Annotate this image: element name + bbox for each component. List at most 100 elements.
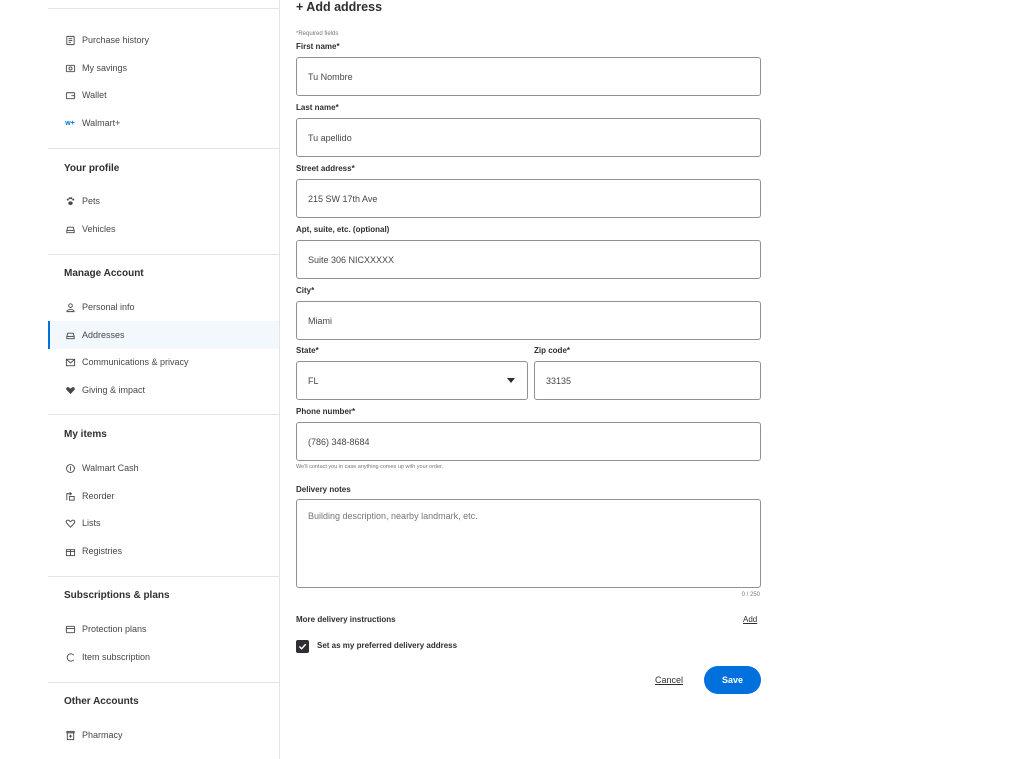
delivery-notes-label: Delivery notes	[296, 485, 351, 494]
sidebar-divider	[48, 414, 279, 415]
sidebar-item-label: My savings	[82, 63, 128, 73]
shield-icon	[64, 623, 76, 635]
sidebar-item-lists[interactable]: Lists	[48, 509, 279, 537]
sidebar-divider	[48, 682, 279, 683]
sidebar-divider	[48, 148, 279, 149]
zip-field[interactable]: 33135	[534, 361, 761, 400]
sidebar-item-label: Wallet	[82, 90, 107, 100]
delivery-notes-textarea[interactable]: Building description, nearby landmark, e…	[296, 499, 761, 588]
last-name-value: Tu apellido	[308, 132, 352, 143]
sidebar-item-giving[interactable]: Giving & impact	[48, 376, 279, 404]
sidebar-item-label: Communications & privacy	[82, 357, 189, 367]
sidebar-item-label: Purchase history	[82, 35, 150, 45]
paw-icon	[64, 195, 76, 207]
sidebar-item-reorder[interactable]: Reorder	[48, 482, 279, 510]
delivery-notes-placeholder: Building description, nearby landmark, e…	[308, 511, 478, 521]
section-heading-my-items: My items	[64, 429, 107, 440]
account-sidebar: Purchase history My savings Wallet w+ Wa…	[0, 0, 280, 759]
sidebar-item-label: Walmart Cash	[82, 463, 139, 473]
sidebar-divider	[48, 254, 279, 255]
phone-label: Phone number*	[296, 407, 356, 416]
last-name-label: Last name*	[296, 103, 339, 112]
street-address-label: Street address*	[296, 164, 355, 173]
cancel-button[interactable]: Cancel	[655, 675, 683, 685]
sidebar-item-label: Vehicles	[82, 224, 116, 234]
sidebar-item-label: Item subscription	[82, 652, 151, 662]
first-name-label: First name*	[296, 42, 340, 51]
sidebar-item-protection-plans[interactable]: Protection plans	[48, 615, 279, 643]
checkmark-icon	[298, 643, 307, 650]
last-name-field[interactable]: Tu apellido	[296, 118, 761, 157]
chevron-down-icon	[507, 378, 515, 383]
sidebar-item-vehicles[interactable]: Vehicles	[48, 215, 279, 243]
heart-icon	[64, 517, 76, 529]
sidebar-item-purchase-history[interactable]: Purchase history	[48, 26, 279, 54]
heart-hand-icon	[64, 384, 76, 396]
refresh-icon	[64, 651, 76, 663]
sidebar-item-pharmacy[interactable]: Pharmacy	[48, 721, 279, 749]
save-button[interactable]: Save	[704, 666, 761, 694]
car-icon	[64, 223, 76, 235]
phone-value: (786) 348-8684	[308, 436, 370, 447]
sidebar-item-registries[interactable]: Registries	[48, 537, 279, 565]
preferred-address-checkbox[interactable]	[296, 640, 309, 653]
sidebar-item-communications[interactable]: Communications & privacy	[48, 348, 279, 376]
first-name-value: Tu Nombre	[308, 71, 353, 82]
sidebar-item-label: Walmart+	[82, 118, 121, 128]
sidebar-divider	[48, 8, 279, 9]
wallet-icon	[64, 89, 76, 101]
char-counter: 0 / 250	[741, 592, 760, 598]
sidebar-item-walmart-plus[interactable]: w+ Walmart+	[48, 109, 279, 137]
sidebar-item-personal-info[interactable]: Personal info	[48, 293, 279, 321]
savings-icon	[64, 62, 76, 74]
sidebar-item-label: Personal info	[82, 302, 135, 312]
zip-label: Zip code*	[534, 346, 571, 355]
sidebar-item-my-savings[interactable]: My savings	[48, 54, 279, 82]
sidebar-item-label: Registries	[82, 546, 123, 556]
section-heading-manage-account: Manage Account	[64, 268, 144, 279]
sidebar-item-label: Pets	[82, 196, 101, 206]
zip-value: 33135	[546, 375, 572, 386]
pharmacy-icon	[64, 729, 76, 741]
sidebar-item-label: Lists	[82, 518, 101, 528]
sidebar-item-wallet[interactable]: Wallet	[48, 81, 279, 109]
street-address-field[interactable]: 215 SW 17th Ave	[296, 179, 761, 218]
add-instructions-link[interactable]: Add	[743, 615, 757, 624]
sidebar-item-walmart-cash[interactable]: Walmart Cash	[48, 454, 279, 482]
state-select[interactable]: FL	[296, 361, 528, 400]
sidebar-item-addresses[interactable]: Addresses	[48, 321, 279, 349]
sidebar-item-label: Giving & impact	[82, 385, 146, 395]
phone-field[interactable]: (786) 348-8684	[296, 422, 761, 461]
city-value: Miami	[308, 315, 332, 326]
section-heading-your-profile: Your profile	[64, 163, 120, 174]
person-icon	[64, 301, 76, 313]
reorder-icon	[64, 490, 76, 502]
address-icon	[64, 329, 76, 341]
sidebar-item-pets[interactable]: Pets	[48, 187, 279, 215]
cash-icon	[64, 462, 76, 474]
gift-icon	[64, 545, 76, 557]
phone-help-text: We'll contact you in case anything comes…	[296, 464, 444, 470]
sidebar-item-label: Pharmacy	[82, 730, 123, 740]
state-value: FL	[308, 375, 319, 386]
apt-label: Apt, suite, etc. (optional)	[296, 225, 390, 234]
street-address-value: 215 SW 17th Ave	[308, 193, 378, 204]
sidebar-item-label: Protection plans	[82, 624, 147, 634]
sidebar-divider	[48, 576, 279, 577]
city-field[interactable]: Miami	[296, 301, 761, 340]
sidebar-item-item-subscription[interactable]: Item subscription	[48, 643, 279, 671]
state-label: State*	[296, 346, 319, 355]
apt-field[interactable]: Suite 306 NICXXXXX	[296, 240, 761, 279]
receipt-icon	[64, 34, 76, 46]
preferred-address-label: Set as my preferred delivery address	[317, 641, 458, 650]
sidebar-item-label: Reorder	[82, 491, 115, 501]
required-note: *Required fields	[296, 31, 339, 37]
page-title: + Add address	[296, 0, 383, 14]
more-instructions-label: More delivery instructions	[296, 615, 396, 624]
sidebar-item-label: Addresses	[82, 330, 125, 340]
section-heading-subscriptions: Subscriptions & plans	[64, 590, 170, 601]
walmart-plus-icon: w+	[65, 119, 75, 127]
apt-value: Suite 306 NICXXXXX	[308, 254, 395, 265]
mail-icon	[64, 356, 76, 368]
first-name-field[interactable]: Tu Nombre	[296, 57, 761, 96]
